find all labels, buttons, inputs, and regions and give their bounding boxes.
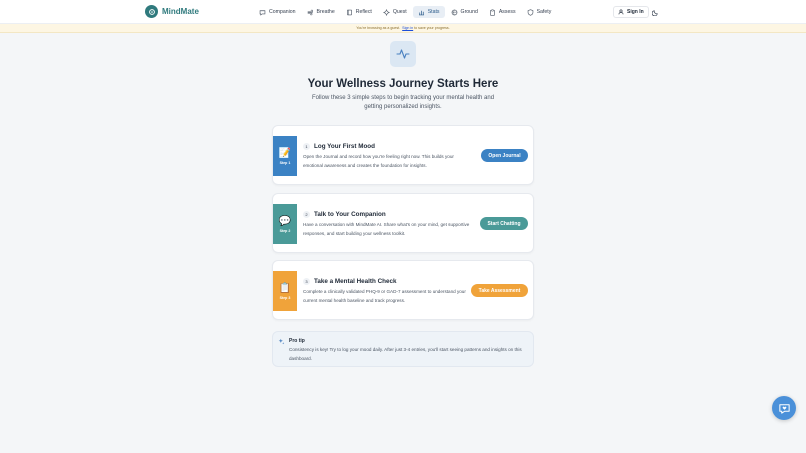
wind-icon [307,9,313,15]
take-assessment-button[interactable]: Take Assessment [471,284,528,297]
step-badge: 📝 Step 1 [273,136,297,176]
theme-toggle-button[interactable] [650,7,660,17]
step-title: Talk to Your Companion [314,211,386,218]
clipboard-emoji-icon: 📋 [278,282,292,294]
activity-pulse-icon [390,41,416,67]
heart-chat-icon [778,403,790,414]
chat-bubble-icon [259,9,266,16]
user-icon [618,9,624,15]
step-card-talk-companion: 💬 Step 2 2 Talk to Your Companion Have a… [272,193,534,253]
clipboard-icon [489,8,495,16]
step-description: Open the Journal and record how you're f… [303,154,454,168]
nav-item-breathe[interactable]: Breathe [302,6,340,18]
step-number: 2 [303,211,310,218]
page-title: Your Wellness Journey Starts Here [307,78,499,90]
step-number: 3 [303,278,310,285]
nav-item-quest[interactable]: Quest [378,6,412,18]
chat-fab-button[interactable] [772,396,796,420]
speech-bubble-icon: 💬 [278,215,292,227]
brand-name: MindMate [162,7,199,16]
step-card-log-mood: 📝 Step 1 1 Log Your First Mood Open the … [272,125,534,185]
nav-item-safety[interactable]: Safety [522,6,557,18]
start-chatting-button[interactable]: Start Chatting [480,217,528,230]
step-description: Complete a clinically validated PHQ-9 or… [303,289,466,303]
moon-icon [651,9,658,16]
step-badge: 📋 Step 3 [273,271,297,311]
memo-icon: 📝 [278,147,292,159]
open-journal-button[interactable]: Open Journal [481,149,528,162]
tip-title: Pro tip [289,338,305,344]
shield-icon [527,8,533,16]
globe-icon [451,9,457,15]
pro-tip: Pro tip Consistency is key! Try to log y… [272,331,534,367]
book-icon [346,9,352,15]
nav-item-assess[interactable]: Assess [484,6,521,18]
compass-icon [382,8,390,16]
step-number: 1 [303,143,310,150]
step-card-health-check: 📋 Step 3 3 Take a Mental Health Check Co… [272,260,534,320]
main-nav: Companion Breathe Reflect Quest Stats Gr… [254,6,557,18]
step-title: Log Your First Mood [314,143,375,150]
nav-item-stats[interactable]: Stats [412,6,445,18]
page-subtitle: Follow these 3 simple steps to begin tra… [311,95,495,110]
step-badge: 💬 Step 2 [273,204,297,244]
sign-in-link[interactable]: Sign in [402,26,413,30]
brand[interactable]: MindMate [145,5,199,18]
guest-banner: You're browsing as a guest. Sign in to s… [0,24,806,33]
step-title: Take a Mental Health Check [314,278,397,285]
nav-item-ground[interactable]: Ground [446,6,483,18]
tip-text: Consistency is key! Try to log your mood… [289,347,522,361]
sign-in-button[interactable]: Sign In [613,6,649,18]
nav-item-companion[interactable]: Companion [254,6,301,18]
bar-chart-icon [418,10,424,15]
sparkle-icon [278,338,285,345]
brand-logo-icon [145,5,158,18]
step-description: Have a conversation with MindMate AI. Sh… [303,222,470,236]
nav-item-reflect[interactable]: Reflect [341,6,377,18]
top-navbar: MindMate Companion Breathe Reflect Quest… [0,0,806,24]
